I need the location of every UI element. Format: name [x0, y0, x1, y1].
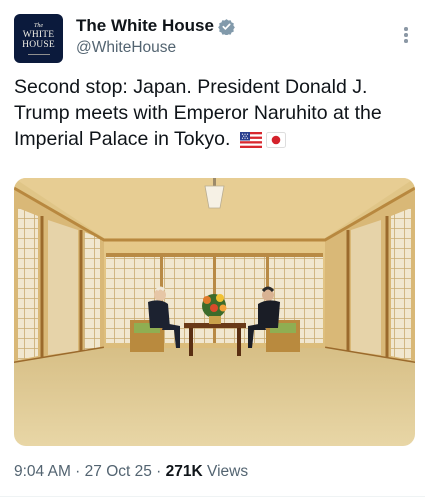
tweet-photo[interactable] — [14, 178, 415, 446]
tweet-date[interactable]: 27 Oct 25 — [85, 463, 152, 480]
views-label: Views — [202, 463, 249, 480]
verified-badge-icon — [218, 18, 235, 36]
avatar-text-the: The — [34, 22, 43, 29]
divider — [0, 496, 425, 497]
more-options-icon[interactable] — [404, 27, 408, 45]
name-row: The White House — [76, 16, 235, 36]
tweet-header: The WHITE HOUSE The White House @WhiteHo… — [14, 13, 412, 63]
avatar[interactable]: The WHITE HOUSE — [14, 14, 63, 63]
japan-flag-icon — [265, 129, 286, 155]
tweet-text: Second stop: Japan. President Donald J. … — [14, 74, 410, 155]
tweet-body: Second stop: Japan. President Donald J. … — [14, 76, 382, 150]
meta-separator-2: · — [151, 463, 166, 480]
avatar-text-house: HOUSE — [22, 40, 55, 50]
us-flag-icon — [239, 129, 262, 155]
meta-separator: · — [70, 463, 85, 480]
display-name[interactable]: The White House — [76, 16, 214, 36]
tweet-meta: 9:04 AM · 27 Oct 25 · 271K Views — [14, 463, 248, 481]
views-count[interactable]: 271K — [166, 463, 203, 480]
avatar-rule — [27, 53, 50, 55]
avatar-text-white: WHITE — [22, 29, 55, 40]
handle[interactable]: @WhiteHouse — [76, 39, 176, 57]
tweet-time[interactable]: 9:04 AM — [14, 463, 71, 480]
